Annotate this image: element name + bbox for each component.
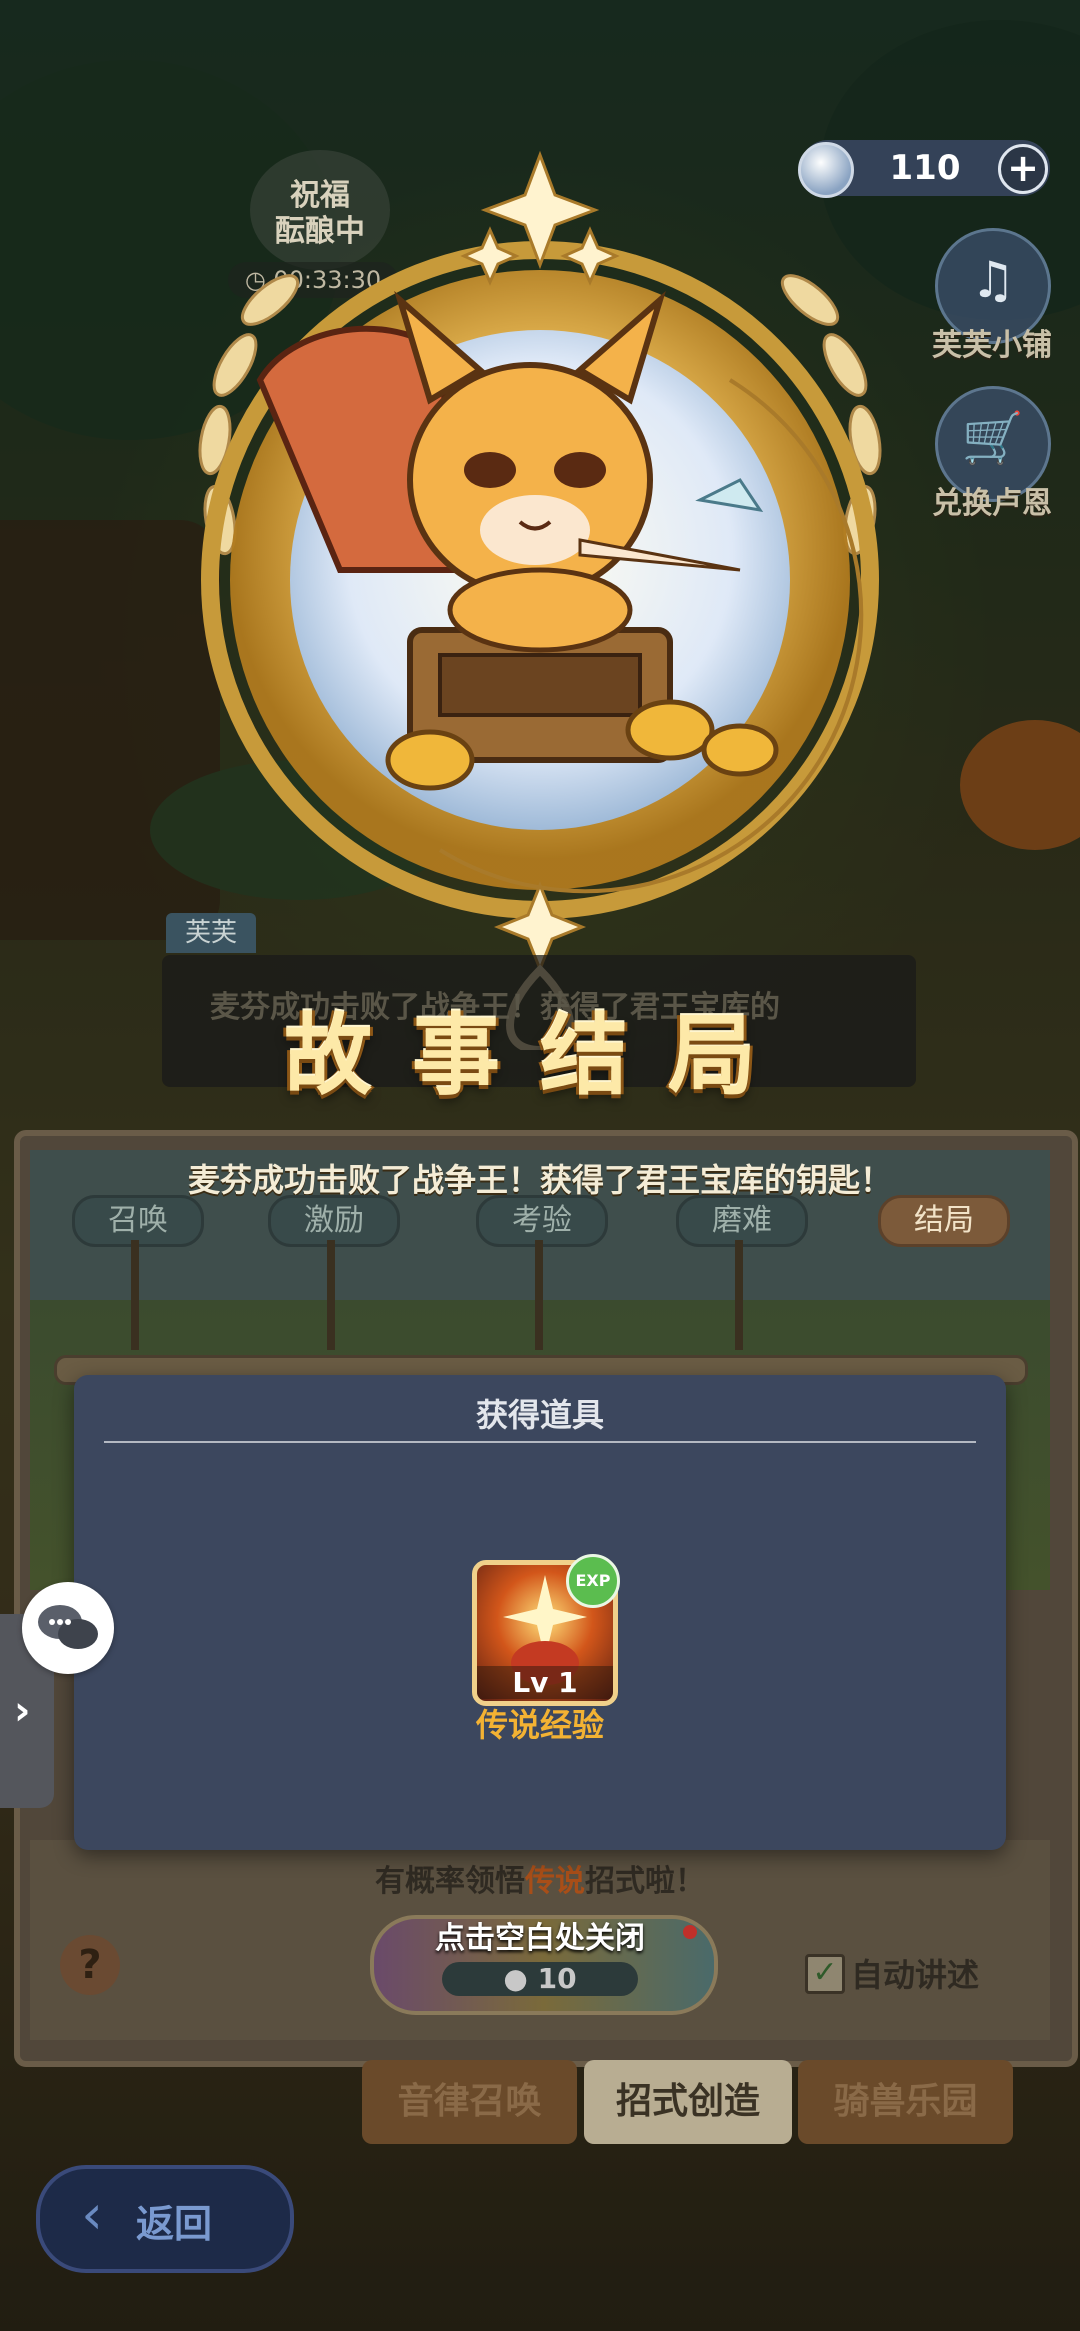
story-ending-emblem	[198, 150, 882, 1050]
hint-highlight: 传说	[525, 1864, 585, 1899]
stage-pole	[327, 1240, 335, 1350]
legend-chance-hint: 有概率领悟传说招式啦！	[0, 1856, 1080, 1900]
dialog-title: 获得道具	[475, 1396, 604, 1434]
create-cost-value: 10	[537, 1962, 577, 1995]
plus-icon[interactable]: +	[998, 144, 1048, 194]
star-coin-icon: ●	[503, 1962, 538, 1995]
auto-narrate-label: 自动讲述	[851, 1956, 980, 1994]
back-button[interactable]: ‹ 返回	[36, 2165, 294, 2273]
floating-chat-button[interactable]	[22, 1582, 114, 1674]
dialog-divider	[104, 1441, 976, 1443]
exp-badge: EXP	[566, 1554, 620, 1608]
bottom-tabs: 音律召唤 招式创造 骑兽乐园	[0, 2060, 1080, 2144]
cart-icon: 🛒	[961, 409, 1025, 467]
checkbox-checked-icon[interactable]: ✓	[805, 1954, 845, 1994]
story-ending-title: 故事结局	[283, 1004, 796, 1107]
item-name: 传说经验	[475, 1706, 604, 1744]
tab-move-create[interactable]: 招式创造	[584, 2060, 792, 2144]
speaker-name-tag: 芙芙	[166, 913, 256, 953]
chat-bubbles-icon	[38, 1605, 98, 1649]
back-arrow-icon: ‹	[81, 2183, 103, 2246]
harp-icon: ♫	[970, 251, 1016, 309]
stage-pole	[535, 1240, 543, 1350]
stage-pole	[131, 1240, 139, 1350]
hint-suffix: 招式啦！	[585, 1864, 705, 1899]
item-level: Lv 1	[477, 1666, 613, 1699]
create-cost: ● 10	[442, 1962, 638, 1996]
auto-narrate-toggle[interactable]: ✓ 自动讲述	[805, 1950, 979, 1997]
hint-prefix: 有概率领悟	[375, 1864, 525, 1899]
tab-mount-park[interactable]: 骑兽乐园	[798, 2060, 1013, 2144]
back-label: 返回	[136, 2202, 213, 2246]
stage-pole	[735, 1240, 743, 1350]
chevron-right-icon: ›	[14, 1688, 31, 1734]
stage-ending: 结局	[878, 1195, 1010, 1247]
tab-rhythm-summon[interactable]: 音律召唤	[362, 2060, 577, 2144]
